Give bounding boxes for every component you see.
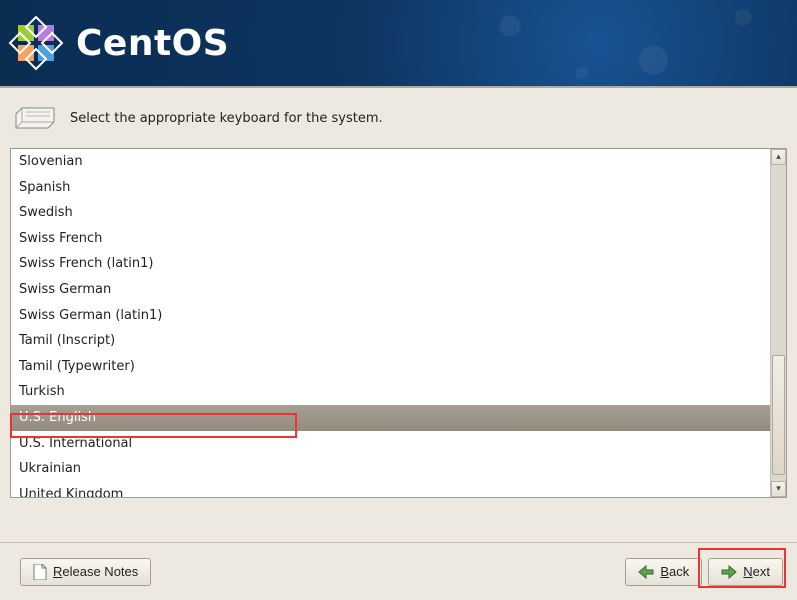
scroll-down-button[interactable]: ▾ (771, 481, 786, 497)
keyboard-option[interactable]: Spanish (11, 175, 770, 201)
keyboard-option[interactable]: Slovenian (11, 149, 770, 175)
brand-text: CentOS (76, 23, 229, 64)
arrow-right-icon (721, 565, 737, 579)
keyboard-option[interactable]: Swiss French (latin1) (11, 251, 770, 277)
keyboard-listbox-container: SlovenianSpanishSwedishSwiss FrenchSwiss… (10, 148, 787, 498)
document-icon (33, 564, 47, 580)
keyboard-option[interactable]: Ukrainian (11, 456, 770, 482)
keyboard-option[interactable]: United Kingdom (11, 482, 770, 497)
keyboard-listbox[interactable]: SlovenianSpanishSwedishSwiss FrenchSwiss… (11, 149, 770, 497)
keyboard-option[interactable]: Tamil (Typewriter) (11, 354, 770, 380)
back-button[interactable]: Back (625, 558, 702, 586)
scroll-up-button[interactable]: ▴ (771, 149, 786, 165)
main-content: Select the appropriate keyboard for the … (0, 88, 797, 498)
keyboard-option[interactable]: Swiss French (11, 226, 770, 252)
release-notes-label: Release Notes (53, 564, 138, 579)
next-button[interactable]: Next (708, 558, 783, 586)
instruction-row: Select the appropriate keyboard for the … (10, 104, 787, 132)
centos-logo-icon (8, 15, 64, 71)
back-label: Back (660, 564, 689, 579)
keyboard-option[interactable]: Swiss German (latin1) (11, 303, 770, 329)
keyboard-option[interactable]: Swiss German (11, 277, 770, 303)
keyboard-option[interactable]: U.S. English (11, 405, 770, 431)
keyboard-option[interactable]: Turkish (11, 379, 770, 405)
keyboard-option[interactable]: Swedish (11, 200, 770, 226)
arrow-left-icon (638, 565, 654, 579)
scroll-track[interactable] (771, 165, 786, 481)
next-label: Next (743, 564, 770, 579)
keyboard-option[interactable]: Tamil (Inscript) (11, 328, 770, 354)
scrollbar[interactable]: ▴ ▾ (770, 149, 786, 497)
instruction-text: Select the appropriate keyboard for the … (70, 111, 383, 126)
scroll-thumb[interactable] (772, 355, 785, 475)
installer-header: CentOS (0, 0, 797, 88)
keyboard-option[interactable]: U.S. International (11, 431, 770, 457)
release-notes-button[interactable]: Release Notes (20, 558, 151, 586)
footer-bar: Release Notes Back Next (0, 542, 797, 600)
keyboard-icon (14, 104, 56, 132)
